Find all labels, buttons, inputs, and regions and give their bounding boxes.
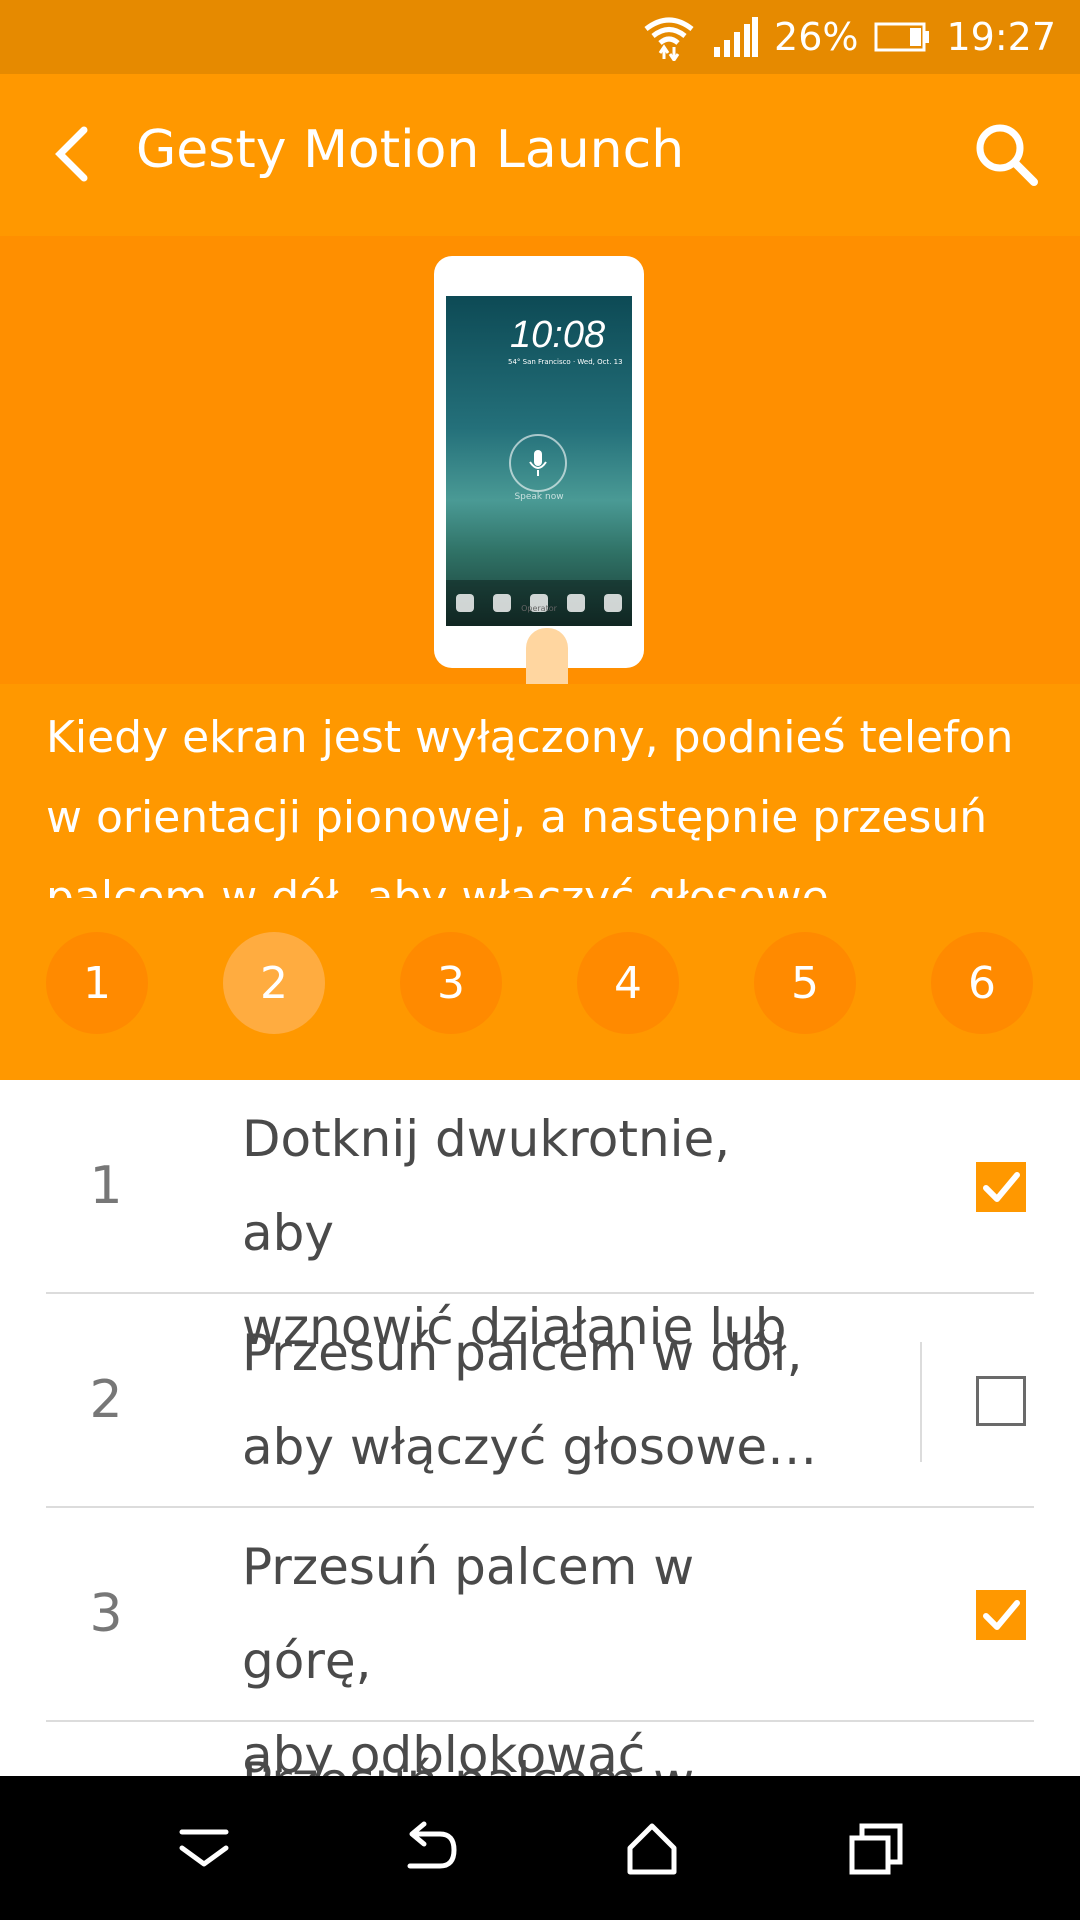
list-item[interactable]: 4 Przesuń palcem w lewo [46,1722,1034,1776]
back-icon [407,1821,457,1869]
step-4[interactable]: 4 [577,932,679,1034]
clock: 19:27 [946,15,1056,59]
gesture-number: 2 [89,1370,123,1430]
nav-home-button[interactable] [612,1812,692,1884]
status-bar: 26% 19:27 [0,0,1080,74]
gesture-checkbox[interactable] [976,1590,1026,1640]
step-1[interactable]: 1 [46,932,148,1034]
finger-illustration [526,628,568,684]
gesture-label: Przesuń palcem w dół, aby włączyć głosow… [242,1324,818,1476]
page-title: Gesty Motion Launch [136,120,685,180]
checkmark-icon [983,1600,1020,1630]
step-indicator: 1 2 3 4 5 6 [0,900,1080,1080]
nav-back-button[interactable] [388,1812,468,1884]
step-6[interactable]: 6 [931,932,1033,1034]
gesture-checkbox[interactable] [976,1162,1026,1212]
gesture-list: 1 Dotknij dwukrotnie, aby wznowić działa… [0,1080,1080,1776]
search-button[interactable] [970,118,1042,190]
checkmark-icon [983,1172,1020,1202]
gesture-description-area: Kiedy ekran jest wyłączony, podnieś tele… [0,684,1080,900]
signal-icon [712,17,759,57]
gesture-description: Kiedy ekran jest wyłączony, podnieś tele… [46,712,1014,898]
step-2[interactable]: 2 [223,932,325,1034]
step-3[interactable]: 3 [400,932,502,1034]
hide-nav-button[interactable] [164,1812,244,1884]
mic-icon [509,434,567,492]
phone-weather-line: 54° San Francisco · Wed, Oct. 13 [508,358,623,366]
row-divider [920,1342,922,1462]
battery-percent: 26% [774,15,859,59]
phone-mic-label: Speak now [514,492,564,502]
app-bar: Gesty Motion Launch [0,74,1080,236]
phone-screen: 10:08 54° San Francisco · Wed, Oct. 13 S… [446,296,632,626]
recents-icon [849,1823,903,1875]
phone-illustration: 10:08 54° San Francisco · Wed, Oct. 13 S… [434,256,644,668]
list-item[interactable]: 1 Dotknij dwukrotnie, aby wznowić działa… [46,1080,1034,1356]
hide-nav-icon [179,1829,229,1867]
gesture-number: 3 [89,1584,123,1644]
search-icon [976,124,1038,186]
wifi-icon [642,13,696,61]
battery-icon [874,22,930,52]
list-item[interactable]: 3 Przesuń palcem w górę, aby odblokować [46,1508,1034,1776]
home-icon [627,1823,677,1875]
gesture-label: Przesuń palcem w lewo [242,1734,822,1776]
nav-recents-button[interactable] [836,1812,916,1884]
gesture-number: 1 [89,1156,123,1216]
phone-operator: Operator [521,604,557,613]
chevron-left-icon [55,126,88,182]
back-button[interactable] [40,118,112,190]
phone-clock: 10:08 [510,314,606,356]
gesture-checkbox[interactable] [976,1376,1026,1426]
phone-dock [446,580,632,626]
step-5[interactable]: 5 [754,932,856,1034]
gesture-number: 4 [46,1722,166,1776]
list-item[interactable]: 2 Przesuń palcem w dół, aby włączyć głos… [46,1294,1034,1508]
gesture-illustration: 10:08 54° San Francisco · Wed, Oct. 13 S… [0,236,1080,684]
system-nav-bar [0,1776,1080,1920]
